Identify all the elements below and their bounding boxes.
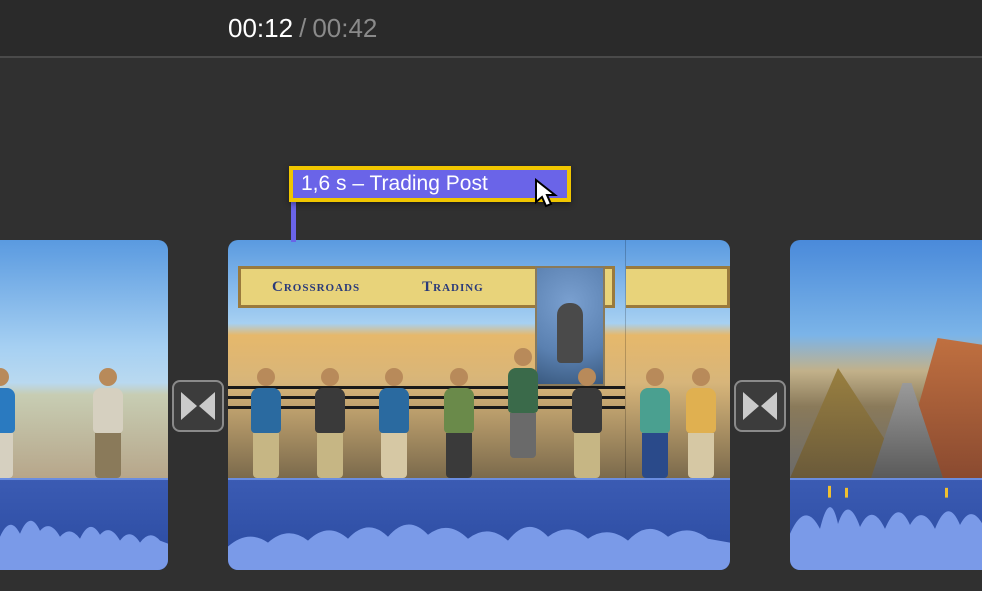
- total-time: 00:42: [312, 13, 377, 44]
- clip-2[interactable]: Crossroads Trading Post: [228, 240, 730, 570]
- audio-waveform[interactable]: [790, 478, 982, 570]
- sign-word: Crossroads: [272, 279, 360, 296]
- title-marker-label: 1,6 s – Trading Post: [301, 172, 488, 195]
- clip-1[interactable]: [0, 240, 168, 570]
- transition-2[interactable]: [734, 380, 786, 432]
- bowtie-transition-icon: [178, 386, 218, 426]
- sign-word: Trading: [422, 279, 484, 296]
- clip-thumbnail: [0, 240, 168, 478]
- audio-waveform[interactable]: [228, 478, 730, 570]
- title-marker[interactable]: 1,6 s – Trading Post: [289, 166, 571, 202]
- time-separator: /: [299, 13, 306, 44]
- time-display: 00:12 / 00:42: [0, 0, 982, 58]
- bowtie-transition-icon: [740, 386, 780, 426]
- timeline[interactable]: Crossroads Trading Post: [0, 58, 982, 591]
- clip-thumbnail: [790, 240, 982, 478]
- current-time: 00:12: [228, 13, 293, 44]
- clip-thumbnail: Crossroads Trading Post: [228, 240, 730, 478]
- clip-3[interactable]: [790, 240, 982, 570]
- audio-waveform[interactable]: [0, 478, 168, 570]
- transition-1[interactable]: [172, 380, 224, 432]
